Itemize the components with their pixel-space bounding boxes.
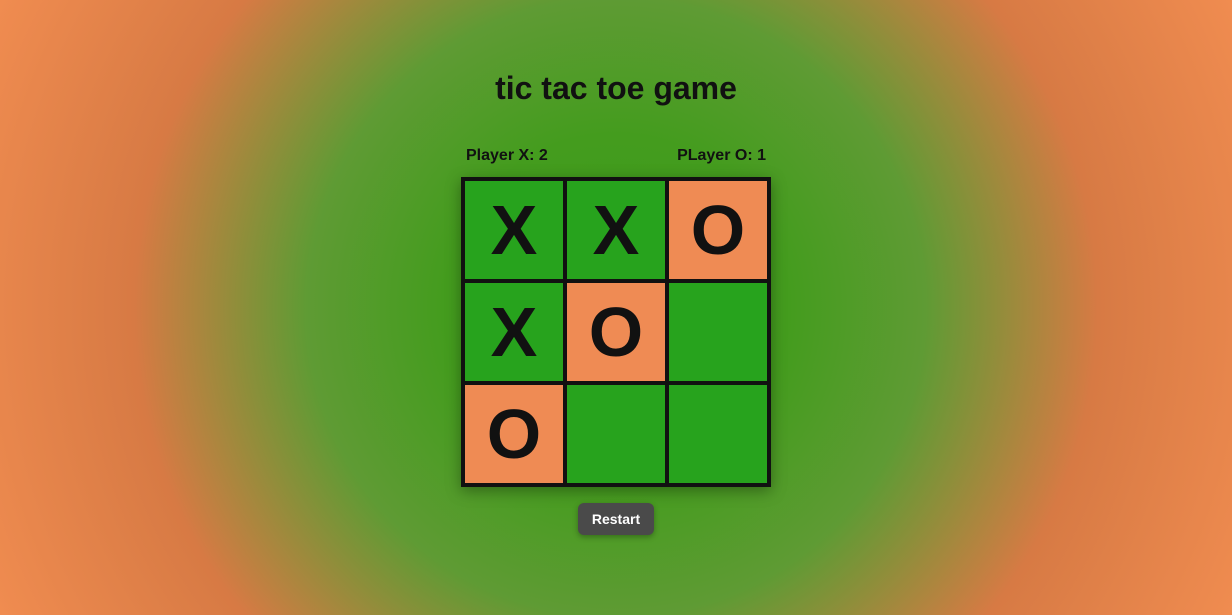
restart-button[interactable]: Restart: [578, 503, 654, 535]
cell-7[interactable]: [567, 385, 665, 483]
cell-1[interactable]: X: [567, 181, 665, 279]
cell-8[interactable]: [669, 385, 767, 483]
game-board: X X O X O O: [461, 177, 771, 487]
cell-2[interactable]: O: [669, 181, 767, 279]
game-title: tic tac toe game: [495, 70, 737, 107]
score-player-x: Player X: 2: [466, 147, 548, 165]
cell-5[interactable]: [669, 283, 767, 381]
cell-0[interactable]: X: [465, 181, 563, 279]
score-player-o: PLayer O: 1: [677, 147, 766, 165]
cell-4[interactable]: O: [567, 283, 665, 381]
cell-3[interactable]: X: [465, 283, 563, 381]
score-row: Player X: 2 PLayer O: 1: [466, 147, 766, 165]
cell-6[interactable]: O: [465, 385, 563, 483]
game-container: tic tac toe game Player X: 2 PLayer O: 1…: [461, 70, 771, 615]
